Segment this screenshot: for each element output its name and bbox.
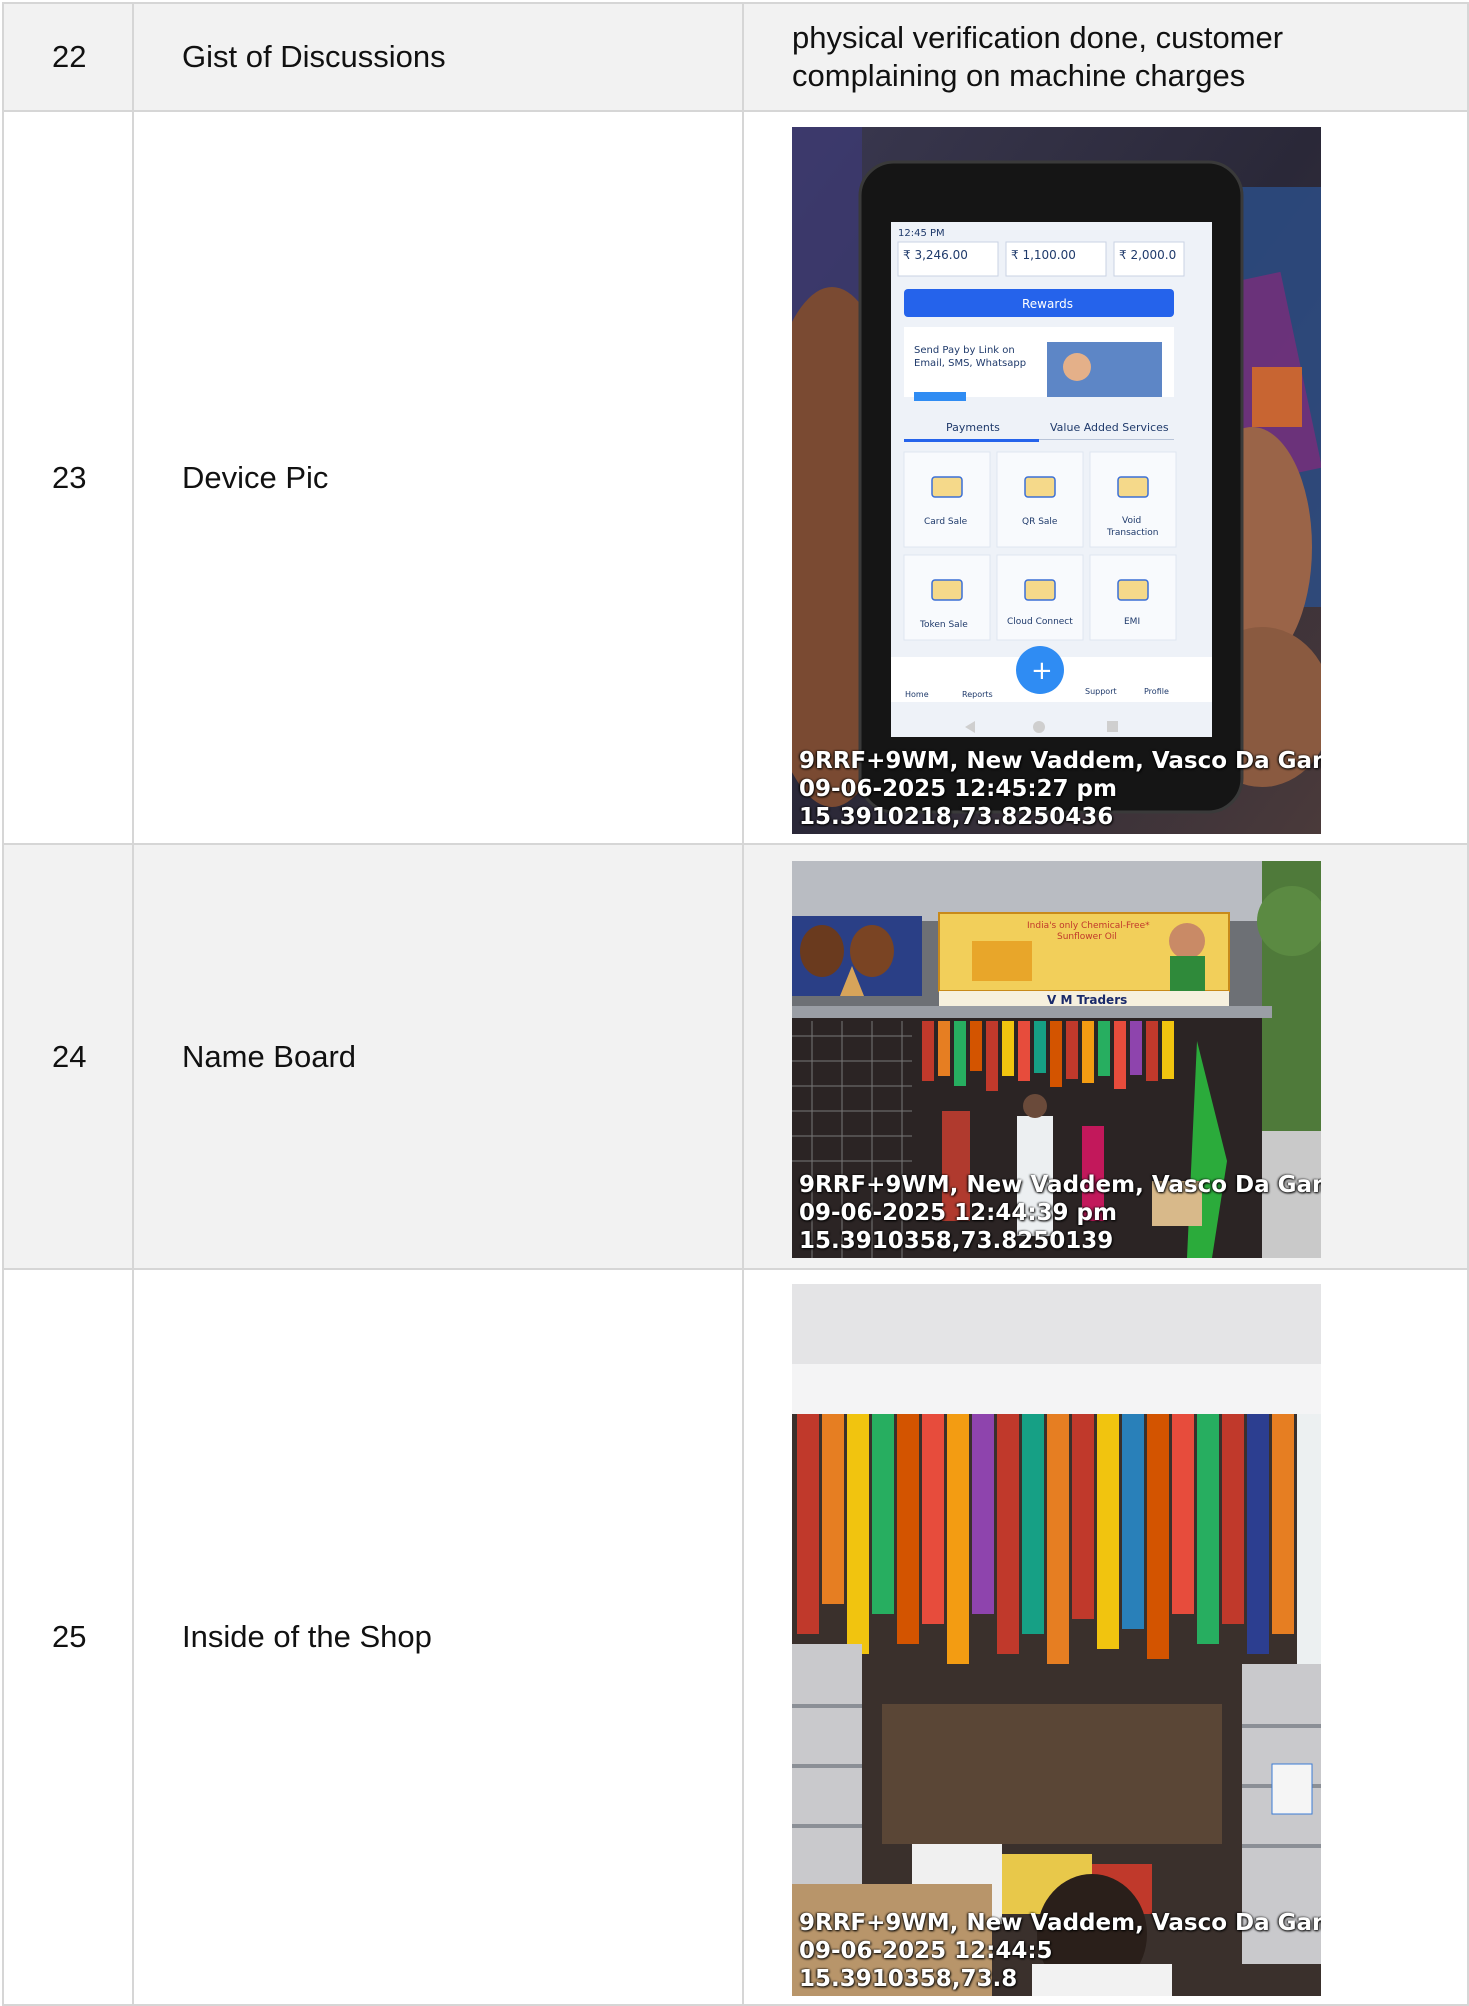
- device-photo: 12:45 PM ₹ 3,246.00 ₹ 1,100.00 ₹ 2,000.0…: [792, 127, 1321, 834]
- promo-line: Email, SMS, Whatsapp: [914, 358, 1026, 369]
- device-photo-image: 12:45 PM ₹ 3,246.00 ₹ 1,100.00 ₹ 2,000.0…: [792, 127, 1321, 834]
- geo-address: 9RRF+9WM, New Vaddem, Vasco Da Gama,: [799, 1172, 1321, 1198]
- table-row: 22 Gist of Discussions physical verifica…: [2, 2, 1469, 112]
- banner-line: India's only Chemical-Free*: [1027, 921, 1150, 931]
- geo-stamp: 9RRF+9WM, New Vaddem, Vasco Da Gama, 09-…: [799, 1171, 1321, 1255]
- row-label: Inside of the Shop: [132, 1268, 744, 2006]
- nav-reports: Reports: [962, 690, 993, 699]
- shop-name: V M Traders: [1047, 993, 1127, 1007]
- amount-3: ₹ 2,000.0: [1119, 248, 1176, 262]
- tab-payments: Payments: [946, 421, 1000, 434]
- row-label: Gist of Discussions: [132, 2, 744, 112]
- geo-datetime: 09-06-2025 12:44:39 pm: [799, 1200, 1117, 1226]
- amount-1: ₹ 3,246.00: [903, 248, 968, 262]
- promo-line: Send Pay by Link on: [914, 345, 1015, 356]
- svg-text:+: +: [1031, 656, 1053, 686]
- tab-value-added: Value Added Services: [1050, 421, 1169, 434]
- amount-2: ₹ 1,100.00: [1011, 248, 1076, 262]
- banner-line: Sunflower Oil: [1057, 932, 1117, 942]
- table-row: 23 Device Pic 12:45 PM ₹ 3,246.00 ₹ 1,10…: [2, 110, 1469, 845]
- nav-home: Home: [905, 690, 929, 699]
- table-row: 25 Inside of the Shop 9RRF+9WM, New Vadd…: [2, 1268, 1469, 2006]
- tile-void: Void: [1122, 516, 1141, 526]
- row-number: 25: [2, 1268, 134, 2006]
- shop-inside-photo-cell: 9RRF+9WM, New Vaddem, Vasco Da Gama, . 0…: [742, 1268, 1469, 2006]
- row-label: Name Board: [132, 843, 744, 1270]
- nav-profile: Profile: [1144, 687, 1169, 696]
- tile-qr-sale: QR Sale: [1022, 517, 1058, 527]
- row-number: 22: [2, 2, 134, 112]
- phone-time: 12:45 PM: [898, 228, 945, 239]
- name-board-photo: India's only Chemical-Free* Sunflower Oi…: [792, 861, 1321, 1258]
- tile-token-sale: Token Sale: [919, 620, 968, 630]
- shop-inside-photo: 9RRF+9WM, New Vaddem, Vasco Da Gama, . 0…: [792, 1284, 1321, 1996]
- geo-coordinates: 15.3910358,73.8: [799, 1966, 1018, 1992]
- name-board-photo-cell: India's only Chemical-Free* Sunflower Oi…: [742, 843, 1469, 1270]
- geo-coordinates: 15.3910218,73.8250436: [799, 804, 1114, 830]
- tile-cloud-connect: Cloud Connect: [1007, 617, 1073, 627]
- table-row: 24 Name Board India's only Chemical-Free…: [2, 843, 1469, 1270]
- value-line: physical verification done, customer: [792, 20, 1284, 56]
- geo-datetime: 09-06-2025 12:45:27 pm: [799, 776, 1117, 802]
- nav-support: Support: [1085, 687, 1117, 696]
- geo-address: 9RRF+9WM, New Vaddem, Vasco Da Gama, .: [799, 1910, 1321, 1936]
- geo-address: 9RRF+9WM, New Vaddem, Vasco Da Gama, .: [799, 748, 1321, 774]
- tile-emi: EMI: [1124, 617, 1140, 627]
- row-label: Device Pic: [132, 110, 744, 845]
- tile-transaction: Transaction: [1106, 528, 1159, 538]
- report-table: 22 Gist of Discussions physical verifica…: [2, 2, 1469, 2006]
- row-number: 24: [2, 843, 134, 1270]
- value-line: complaining on machine charges: [792, 58, 1246, 93]
- geo-stamp: 9RRF+9WM, New Vaddem, Vasco Da Gama, . 0…: [799, 747, 1321, 831]
- gist-of-discussions-value: physical verification done, customer com…: [742, 2, 1469, 112]
- shop-inside-photo-image: [792, 1284, 1321, 1996]
- geo-datetime: 09-06-2025 12:44:5: [799, 1938, 1053, 1964]
- rewards-label: Rewards: [1022, 297, 1073, 311]
- geo-stamp: 9RRF+9WM, New Vaddem, Vasco Da Gama, . 0…: [799, 1909, 1321, 1993]
- device-photo-cell: 12:45 PM ₹ 3,246.00 ₹ 1,100.00 ₹ 2,000.0…: [742, 110, 1469, 845]
- tile-card-sale: Card Sale: [924, 517, 968, 527]
- row-number: 23: [2, 110, 134, 845]
- geo-coordinates: 15.3910358,73.8250139: [799, 1228, 1114, 1254]
